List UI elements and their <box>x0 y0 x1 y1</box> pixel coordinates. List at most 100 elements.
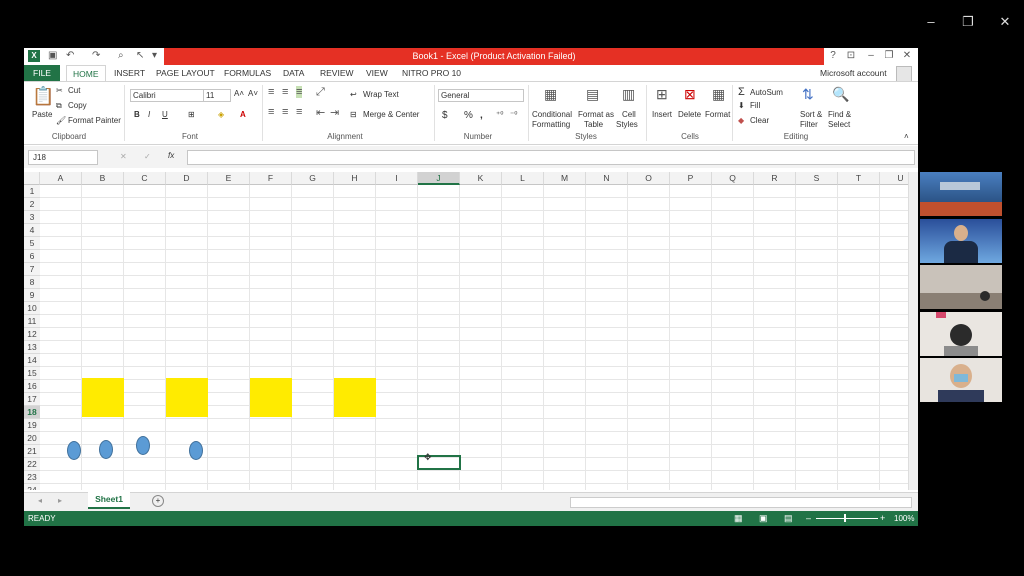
align-right-icon[interactable]: ≡ <box>296 106 302 118</box>
zoom-level[interactable]: 100% <box>894 511 914 526</box>
prev-sheet-icon[interactable]: ◂ <box>38 496 42 505</box>
yellow-rectangle[interactable] <box>166 378 208 417</box>
column-header[interactable]: O <box>628 172 670 185</box>
column-header[interactable]: A <box>40 172 82 185</box>
next-sheet-icon[interactable]: ▸ <box>58 496 62 505</box>
paste-icon[interactable]: 📋 <box>32 86 54 107</box>
outer-close-button[interactable]: ✕ <box>990 14 1020 30</box>
sort-filter-button[interactable]: Sort & <box>800 110 822 119</box>
tab-view[interactable]: VIEW <box>360 65 394 81</box>
decrease-decimal-icon[interactable]: ⁻⁰ <box>510 110 517 119</box>
row-header[interactable]: 24 <box>24 484 40 490</box>
cell-styles-button-line2[interactable]: Styles <box>616 120 638 129</box>
blue-oval[interactable] <box>189 441 203 460</box>
new-sheet-icon[interactable]: + <box>152 495 164 507</box>
fill-button[interactable]: Fill <box>750 101 760 110</box>
increase-font-icon[interactable]: A˄ <box>234 89 244 98</box>
column-header[interactable]: E <box>208 172 250 185</box>
conditional-formatting-icon[interactable]: ▦ <box>544 86 557 103</box>
name-box[interactable]: J18 <box>28 150 98 165</box>
row-header[interactable]: 21 <box>24 445 40 458</box>
font-color-icon[interactable]: A <box>240 110 246 119</box>
horizontal-scrollbar[interactable] <box>570 497 912 508</box>
font-size-select[interactable]: 11 <box>203 89 231 102</box>
video-tile-2[interactable] <box>920 219 1002 263</box>
clear-icon[interactable]: ◆ <box>738 116 744 125</box>
cell-styles-icon[interactable]: ▥ <box>622 86 635 103</box>
close-button[interactable]: ✕ <box>900 50 914 61</box>
row-header[interactable]: 22 <box>24 458 40 471</box>
customize-qat-icon[interactable]: ▾ <box>152 50 157 61</box>
column-header[interactable]: Q <box>712 172 754 185</box>
video-tile-1[interactable] <box>920 172 1002 216</box>
delete-cells-button[interactable]: Delete <box>678 110 701 119</box>
format-painter-icon[interactable]: 🖌 <box>56 116 66 125</box>
paste-button[interactable]: Paste <box>32 110 52 119</box>
sheet-tab-sheet1[interactable]: Sheet1 <box>88 492 130 509</box>
zoom-slider[interactable] <box>816 518 878 519</box>
align-top-icon[interactable]: ≡ <box>268 86 274 98</box>
currency-button[interactable]: $ <box>442 110 448 121</box>
column-header[interactable]: I <box>376 172 418 185</box>
yellow-rectangle[interactable] <box>82 378 124 417</box>
row-header[interactable]: 9 <box>24 289 40 302</box>
copy-button[interactable]: Copy <box>68 101 87 110</box>
row-header[interactable]: 13 <box>24 341 40 354</box>
borders-icon[interactable]: ⊞ <box>188 110 195 119</box>
underline-button[interactable]: U <box>162 110 168 119</box>
merge-center-icon[interactable]: ⊟ <box>350 110 357 119</box>
column-header[interactable]: M <box>544 172 586 185</box>
row-header[interactable]: 18 <box>24 406 40 419</box>
format-painter-button[interactable]: Format Painter <box>68 116 121 125</box>
increase-indent-icon[interactable]: ⇥ <box>330 106 339 119</box>
tab-home[interactable]: HOME <box>66 65 106 82</box>
restore-button[interactable]: ❐ <box>882 50 896 61</box>
merge-center-button[interactable]: Merge & Center <box>363 110 419 119</box>
row-header[interactable]: 16 <box>24 380 40 393</box>
pointer-icon[interactable]: ↖ <box>136 50 144 61</box>
tab-review[interactable]: REVIEW <box>314 65 360 81</box>
column-header[interactable]: N <box>586 172 628 185</box>
autosum-icon[interactable]: Σ <box>738 86 745 98</box>
cancel-icon[interactable]: ✕ <box>120 152 127 161</box>
column-header[interactable]: F <box>250 172 292 185</box>
column-header[interactable]: L <box>502 172 544 185</box>
column-header[interactable]: T <box>838 172 880 185</box>
delete-cells-icon[interactable]: ⊠ <box>684 86 696 103</box>
insert-cells-button[interactable]: Insert <box>652 110 672 119</box>
align-middle-icon[interactable]: ≡ <box>282 86 288 98</box>
align-center-icon[interactable]: ≡ <box>282 106 288 118</box>
video-tile-3[interactable] <box>920 265 1002 309</box>
column-header[interactable]: C <box>124 172 166 185</box>
wrap-text-icon[interactable]: ↩ <box>350 90 357 99</box>
column-header[interactable]: H <box>334 172 376 185</box>
video-tile-4[interactable] <box>920 312 1002 356</box>
sort-filter-icon[interactable]: ⇅ <box>802 86 814 103</box>
row-header[interactable]: 5 <box>24 237 40 250</box>
copy-icon[interactable]: ⧉ <box>56 101 62 111</box>
blue-oval[interactable] <box>136 436 150 455</box>
row-header[interactable]: 3 <box>24 211 40 224</box>
outer-minimize-button[interactable]: – <box>916 14 946 29</box>
fill-icon[interactable]: ⬇ <box>738 101 745 110</box>
number-format-select[interactable]: General <box>438 89 524 102</box>
row-header[interactable]: 10 <box>24 302 40 315</box>
italic-button[interactable]: I <box>148 110 150 119</box>
insert-cells-icon[interactable]: ⊞ <box>656 86 668 103</box>
conditional-formatting-button[interactable]: Conditional <box>532 110 572 119</box>
row-header[interactable]: 20 <box>24 432 40 445</box>
find-select-button-line2[interactable]: Select <box>828 120 850 129</box>
orientation-icon[interactable]: ⤢ <box>316 86 325 99</box>
column-header[interactable]: G <box>292 172 334 185</box>
row-header[interactable]: 12 <box>24 328 40 341</box>
format-as-table-button[interactable]: Format as <box>578 110 614 119</box>
zoom-out-icon[interactable]: – <box>806 511 811 526</box>
sort-filter-button-line2[interactable]: Filter <box>800 120 818 129</box>
redo-icon[interactable]: ↷ <box>92 50 100 61</box>
collapse-ribbon-icon[interactable]: ˄ <box>904 132 909 141</box>
formula-input[interactable] <box>187 150 915 165</box>
row-header[interactable]: 6 <box>24 250 40 263</box>
align-bottom-icon[interactable]: ≡ <box>296 86 303 98</box>
row-header[interactable]: 4 <box>24 224 40 237</box>
format-cells-button[interactable]: Format <box>705 110 730 119</box>
